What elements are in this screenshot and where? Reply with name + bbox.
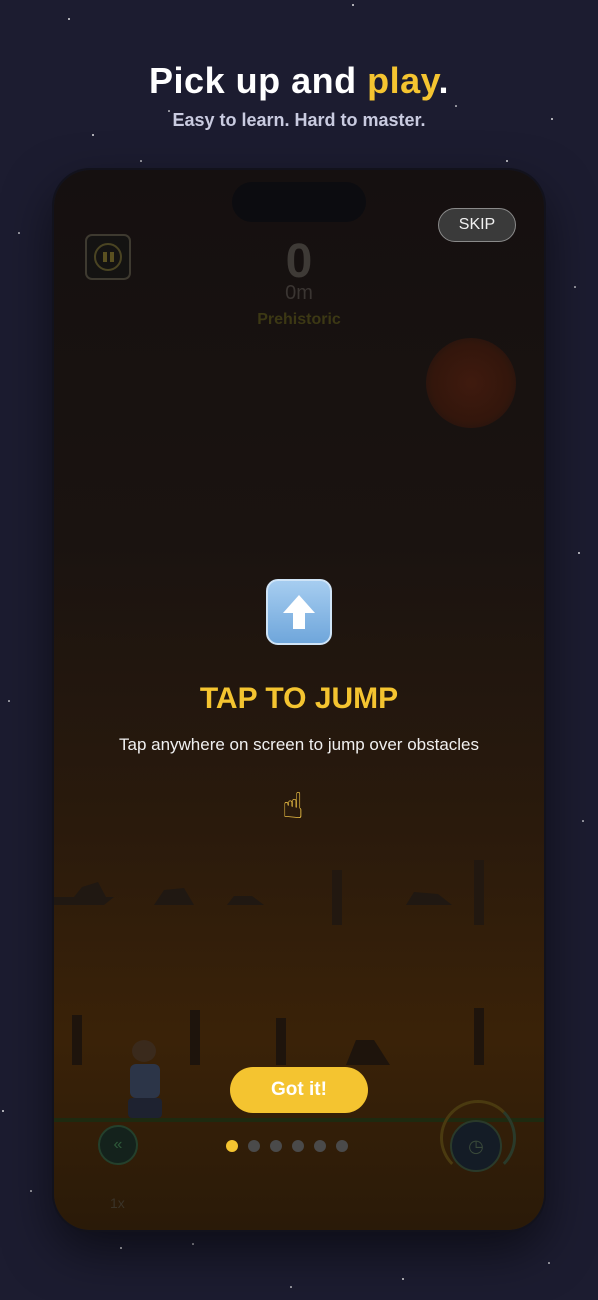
rock <box>54 882 114 905</box>
page-dot-active[interactable] <box>226 1140 238 1152</box>
star <box>18 232 20 234</box>
page-dot[interactable] <box>314 1140 326 1152</box>
distance-display: 0m <box>285 282 313 304</box>
page-dot[interactable] <box>248 1140 260 1152</box>
dead-tree <box>72 1015 82 1065</box>
star <box>548 1262 550 1264</box>
speed-label: 1x <box>110 1195 125 1211</box>
page-dot[interactable] <box>270 1140 282 1152</box>
dead-tree <box>190 1010 200 1065</box>
stopwatch-icon: ◷ <box>468 1135 484 1156</box>
dynamic-island <box>232 182 366 222</box>
rock <box>346 1040 390 1065</box>
star <box>402 1278 404 1280</box>
star <box>574 286 576 288</box>
star <box>352 4 354 6</box>
runner-body <box>130 1064 160 1098</box>
headline-accent: play <box>367 60 439 101</box>
timer-button[interactable]: ◷ <box>450 1120 502 1172</box>
runner-character <box>132 1040 156 1062</box>
star <box>140 160 142 162</box>
subheadline: Easy to learn. Hard to master. <box>172 110 426 130</box>
star <box>120 1247 122 1249</box>
phone-frame: SKIP 0 0m Prehistoric TAP TO JUMP Tap an… <box>54 170 544 1230</box>
star <box>92 134 94 136</box>
pointing-hand-icon: ☝ <box>282 785 304 826</box>
dead-tree <box>276 1018 286 1065</box>
tutorial-text: Tap anywhere on screen to jump over obst… <box>118 735 480 754</box>
page-indicator <box>226 1140 348 1152</box>
tutorial-title: TAP TO JUMP <box>199 682 399 715</box>
sun <box>426 338 516 428</box>
score-display: 0 <box>285 235 313 288</box>
star <box>290 1286 292 1288</box>
rock <box>154 888 194 905</box>
era-label: Prehistoric <box>257 311 341 328</box>
star <box>192 1243 194 1245</box>
up-arrow-icon <box>266 579 332 645</box>
star <box>582 820 584 822</box>
star <box>2 1110 4 1112</box>
dead-tree <box>474 1008 484 1065</box>
star <box>506 160 508 162</box>
rewind-button[interactable]: « <box>98 1125 138 1165</box>
headline: Pick up and play. <box>0 60 598 102</box>
page-dot[interactable] <box>292 1140 304 1152</box>
runner-legs <box>128 1098 162 1118</box>
star <box>578 552 580 554</box>
dead-tree <box>474 860 484 925</box>
rock <box>227 896 264 905</box>
rewind-icon: « <box>113 1136 123 1153</box>
star <box>455 105 457 107</box>
headline-suffix: . <box>438 60 449 101</box>
star <box>30 1190 32 1192</box>
star <box>8 700 10 702</box>
headline-prefix: Pick up and <box>149 60 368 101</box>
page-dot[interactable] <box>336 1140 348 1152</box>
dead-tree <box>332 870 342 925</box>
star <box>68 18 70 20</box>
got-it-button[interactable]: Got it! <box>230 1067 368 1113</box>
rock <box>406 892 452 905</box>
